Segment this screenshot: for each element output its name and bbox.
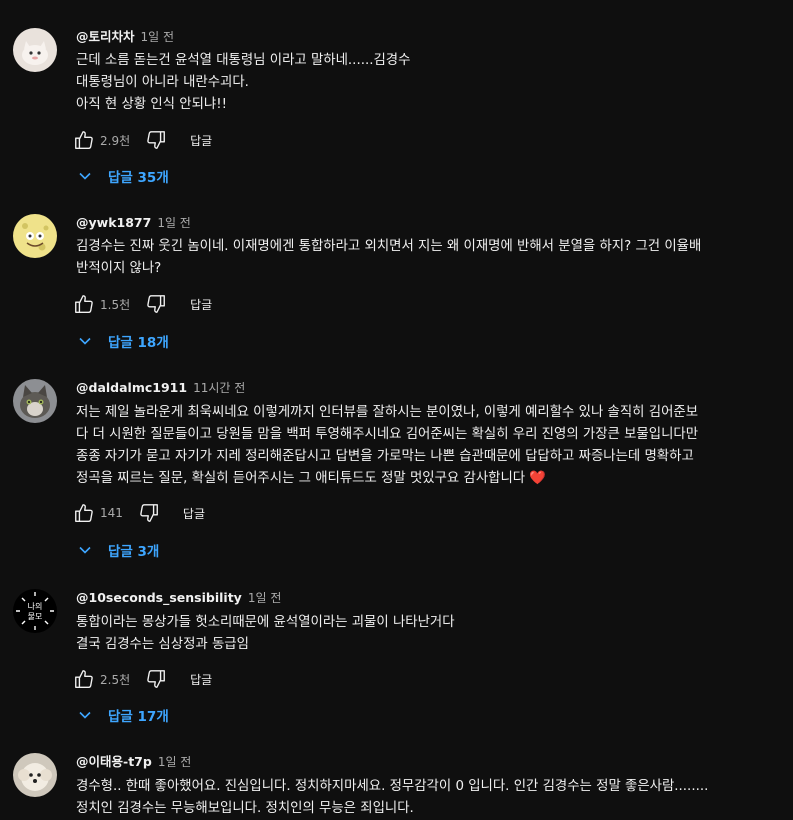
comment-header: @ywk1877 1일 전	[76, 215, 191, 231]
comment-actions: 2.5천 답글	[72, 667, 212, 691]
comment-line: 김경수는 진짜 웃긴 놈이네. 이재명에겐 통합하라고 외치면서 지는 왜 이재…	[76, 239, 702, 254]
view-replies-button[interactable]: 답글 17개	[78, 699, 169, 731]
comment-line: 종종 자기가 묻고 자기가 지레 정리해준답시고 답변을 가로막는 나쁜 습관때…	[76, 449, 694, 464]
comment-time[interactable]: 1일 전	[157, 216, 191, 230]
replies-count: 답글 35개	[108, 170, 169, 186]
replies-count: 답글 18개	[108, 335, 169, 351]
avatar[interactable]	[13, 214, 57, 258]
chevron-down-icon	[79, 546, 91, 554]
dog-photo-avatar-icon	[13, 753, 57, 797]
comment-text: 김경수는 진짜 웃긴 놈이네. 이재명에겐 통합하라고 외치면서 지는 왜 이재…	[76, 236, 788, 280]
comment-line: 다 더 시원한 질문들이고 당원들 맘을 백퍼 투영해주시네요 김어준씨는 확실…	[76, 427, 699, 442]
avatar[interactable]	[13, 379, 57, 423]
chevron-down-icon	[79, 711, 91, 719]
thumbs-up-icon	[75, 504, 93, 522]
view-replies-button[interactable]: 답글 3개	[78, 534, 159, 566]
comment-line: 통합이라는 몽상가들 헛소리때문에 윤석열이라는 괴물이 나타난거다	[76, 615, 455, 630]
comment-line: 정곡을 찌르는 질문, 확실히 듣어주시는 그 애티튜드도 정말 멋있구요 감사…	[76, 471, 547, 486]
comment-actions: 2.9천 답글	[72, 128, 212, 152]
chevron-down-icon	[79, 172, 91, 180]
cat-sticker-avatar-icon	[13, 28, 57, 72]
view-replies-button[interactable]: 답글 18개	[78, 325, 169, 357]
comment-line: 경수형.. 한때 좋아했어요. 진심입니다. 정치하지마세요. 정무감각이 0 …	[76, 779, 709, 794]
comment-actions: 141 답글	[72, 501, 205, 525]
chevron-down-icon	[79, 337, 91, 345]
thumbs-down-icon	[147, 131, 166, 149]
author-handle[interactable]: @daldalmc1911	[76, 380, 187, 395]
comment-time[interactable]: 1일 전	[141, 30, 175, 44]
comment-header: @10seconds_sensibility 1일 전	[76, 590, 281, 606]
reply-button[interactable]: 답글	[183, 505, 205, 522]
view-replies-button[interactable]: 답글 35개	[78, 160, 169, 192]
comment-time[interactable]: 1일 전	[248, 591, 282, 605]
reply-button[interactable]: 답글	[190, 132, 212, 149]
cat-photo-avatar-icon	[13, 379, 57, 423]
comment-line: 저는 제일 놀라운게 최욱씨네요 이렇게까지 인터뷰를 잘하시는 분이였나, 이…	[76, 405, 699, 420]
svg-text:나의: 나의	[28, 601, 43, 611]
replies-count: 답글 3개	[108, 544, 160, 560]
avatar[interactable]: 나의 물모	[13, 589, 57, 633]
like-button[interactable]	[72, 667, 96, 691]
like-button[interactable]	[72, 292, 96, 316]
comment-header: @daldalmc1911 11시간 전	[76, 380, 245, 396]
replies-count: 답글 17개	[108, 709, 169, 725]
svg-text:물모: 물모	[28, 612, 43, 621]
comment-time[interactable]: 11시간 전	[193, 381, 245, 395]
comment-actions: 1.5천 답글	[72, 292, 212, 316]
like-button[interactable]	[72, 501, 96, 525]
dislike-button[interactable]	[144, 292, 168, 316]
thumbs-down-icon	[147, 670, 166, 688]
thumbs-up-icon	[75, 295, 93, 313]
dislike-button[interactable]	[144, 128, 168, 152]
reply-button[interactable]: 답글	[190, 296, 212, 313]
comment-time[interactable]: 1일 전	[158, 755, 192, 769]
dislike-button[interactable]	[137, 501, 161, 525]
thumbs-up-icon	[75, 670, 93, 688]
thumbs-up-icon	[75, 131, 93, 149]
comment-text: 근데 소름 돋는건 윤석열 대통령님 이라고 말하네......김경수 대통령님…	[76, 50, 788, 116]
author-handle[interactable]: @ywk1877	[76, 215, 151, 230]
author-handle[interactable]: @이태용-t7p	[76, 754, 152, 769]
like-button[interactable]	[72, 128, 96, 152]
author-handle[interactable]: @10seconds_sensibility	[76, 590, 242, 605]
like-count: 141	[100, 506, 123, 520]
dislike-button[interactable]	[144, 667, 168, 691]
comment-text: 통합이라는 몽상가들 헛소리때문에 윤석열이라는 괴물이 나타난거다 결국 김경…	[76, 612, 788, 656]
comment-line: 아직 현 상황 인식 안되냐!!	[76, 97, 227, 112]
avatar[interactable]	[13, 28, 57, 72]
comment-header: @이태용-t7p 1일 전	[76, 754, 191, 770]
like-count: 1.5천	[100, 297, 131, 312]
comment-line: 결국 김경수는 심상정과 동급임	[76, 637, 249, 652]
like-count: 2.5천	[100, 672, 131, 687]
comment-line: 대통령님이 아니라 내란수괴다.	[76, 75, 249, 90]
comment-line: 근데 소름 돋는건 윤석열 대통령님 이라고 말하네......김경수	[76, 53, 411, 68]
thumbs-down-icon	[147, 295, 166, 313]
sponge-avatar-icon	[13, 214, 57, 258]
like-count: 2.9천	[100, 133, 131, 148]
thumbs-down-icon	[140, 504, 158, 522]
comment-line: 반적이지 않나?	[76, 261, 162, 276]
avatar[interactable]	[13, 753, 57, 797]
comment-line: 정치인 김경수는 무능해보입니다. 정치인의 무능은 죄입니다.	[76, 801, 414, 816]
comment-header: @토리차차 1일 전	[76, 29, 174, 45]
text-logo-avatar-icon: 나의 물모	[13, 589, 57, 633]
comment-text: 저는 제일 놀라운게 최욱씨네요 이렇게까지 인터뷰를 잘하시는 분이였나, 이…	[76, 402, 788, 490]
comment-text: 경수형.. 한때 좋아했어요. 진심입니다. 정치하지마세요. 정무감각이 0 …	[76, 776, 788, 820]
author-handle[interactable]: @토리차차	[76, 29, 135, 44]
reply-button[interactable]: 답글	[190, 671, 212, 688]
